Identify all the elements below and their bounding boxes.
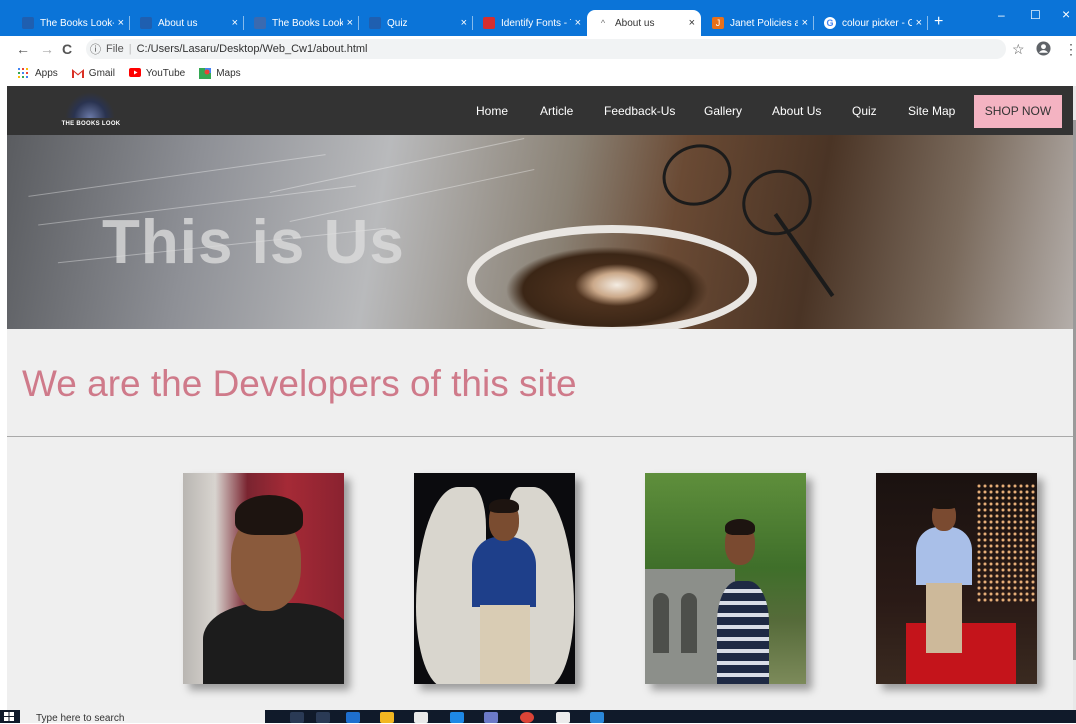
developer-photo-3 [645, 473, 806, 684]
hero-banner: This is Us [7, 135, 1073, 329]
notepad-icon[interactable] [556, 712, 570, 723]
file-explorer-icon[interactable] [380, 712, 394, 723]
web-page: THE BOOKS LOOK Home Article Feedback-Us … [7, 86, 1073, 710]
browser-toolbar: ← → C ⓘ File | C:/Users/Lasaru/Desktop/W… [0, 36, 1076, 62]
developer-photo-4 [876, 473, 1037, 684]
browser-tab-strip: The Books Look-H × About us × The Books … [0, 0, 1076, 36]
browser-tab[interactable]: Identify Fonts - Th × [473, 10, 587, 36]
google-favicon-icon: G [824, 17, 836, 29]
tab-close-icon[interactable]: × [461, 17, 467, 29]
bookmarks-bar: Apps Gmail YouTube Maps [0, 62, 1076, 84]
nav-link-quiz[interactable]: Quiz [852, 104, 877, 118]
gmail-icon [71, 68, 84, 78]
url-divider: | [128, 43, 132, 55]
youtube-icon [128, 68, 141, 78]
tab-close-icon[interactable]: × [689, 17, 695, 29]
address-bar[interactable]: ⓘ File | C:/Users/Lasaru/Desktop/Web_Cw1… [86, 39, 1006, 59]
browser-tab[interactable]: J Janet Policies and × [702, 10, 814, 36]
hero-title: This is Us [102, 208, 405, 277]
developer-photo-2 [414, 473, 575, 684]
windows-start-icon[interactable] [4, 712, 14, 724]
mail-icon[interactable] [450, 712, 464, 723]
site-favicon-icon [369, 17, 381, 29]
chrome-icon[interactable] [520, 712, 534, 723]
tab-close-icon[interactable]: × [916, 17, 922, 29]
shop-now-button[interactable]: SHOP NOW [974, 95, 1062, 128]
nav-link-gallery[interactable]: Gallery [704, 104, 742, 118]
browser-tab[interactable]: G colour picker - Go × [814, 10, 928, 36]
books-look-logo[interactable]: THE BOOKS LOOK [51, 92, 131, 130]
browser-tab-active[interactable]: ^ About us × [587, 10, 701, 36]
url-text[interactable]: C:/Users/Lasaru/Desktop/Web_Cw1/about.ht… [137, 43, 368, 55]
tab-close-icon[interactable]: × [118, 17, 124, 29]
browser-tab[interactable]: The Books Look-H × [244, 10, 359, 36]
nav-link-feedback-us[interactable]: Feedback-Us [604, 104, 675, 118]
eyeglasses-image [653, 135, 741, 216]
site-favicon-icon: ^ [597, 17, 609, 29]
vscode-icon[interactable] [590, 712, 604, 723]
nav-link-article[interactable]: Article [540, 104, 573, 118]
apps-grid-icon [18, 68, 30, 78]
bookmark-star-icon[interactable]: ☆ [1012, 41, 1025, 57]
bookmark-gmail[interactable]: Gmail [71, 68, 115, 79]
back-arrow-icon[interactable]: ← [16, 40, 30, 58]
tab-close-icon[interactable]: × [575, 17, 581, 29]
task-view-icon[interactable] [316, 712, 330, 723]
browser-tab[interactable]: Quiz × [359, 10, 473, 36]
maximize-icon[interactable]: ☐ [1030, 8, 1041, 22]
forward-arrow-icon[interactable]: → [40, 40, 54, 58]
developer-photo-1 [183, 473, 344, 684]
search-icon[interactable] [290, 712, 304, 723]
maps-icon [199, 68, 212, 79]
font-identifier-favicon-icon [483, 17, 495, 29]
taskbar-search-input[interactable]: Type here to search [20, 710, 265, 723]
nav-link-site-map[interactable]: Site Map [908, 104, 955, 118]
bookmark-maps[interactable]: Maps [199, 68, 241, 79]
nav-link-about-us[interactable]: About Us [772, 104, 821, 118]
bookmark-youtube[interactable]: YouTube [128, 68, 185, 79]
reload-icon[interactable]: C [62, 40, 72, 58]
close-window-icon[interactable]: × [1062, 6, 1070, 22]
tab-close-icon[interactable]: × [802, 17, 808, 29]
tab-close-icon[interactable]: × [232, 17, 238, 29]
account-icon[interactable] [1036, 41, 1051, 59]
janet-favicon-icon: J [712, 17, 724, 29]
coffee-cup-image [467, 225, 757, 329]
nav-link-home[interactable]: Home [476, 104, 508, 118]
tab-close-icon[interactable]: × [347, 17, 353, 29]
edge-icon[interactable] [346, 712, 360, 723]
windows-taskbar: Type here to search [0, 710, 1076, 723]
browser-tab[interactable]: The Books Look-H × [12, 10, 130, 36]
menu-kebab-icon[interactable]: ⋮ [1064, 41, 1076, 57]
logo-burst-icon [65, 92, 115, 118]
site-info-icon[interactable]: ⓘ [90, 41, 101, 57]
section-divider [7, 436, 1073, 437]
bookmark-apps[interactable]: Apps [18, 68, 58, 79]
browser-tab[interactable]: About us × [130, 10, 244, 36]
url-scheme: File [106, 43, 124, 55]
minimize-icon[interactable]: – [998, 8, 1005, 22]
app-icon[interactable] [484, 712, 498, 723]
site-navbar: THE BOOKS LOOK Home Article Feedback-Us … [7, 86, 1073, 135]
new-tab-button[interactable]: + [934, 14, 943, 30]
section-title: We are the Developers of this site [22, 363, 577, 404]
site-favicon-icon [22, 17, 34, 29]
store-icon[interactable] [414, 712, 428, 723]
site-favicon-icon [140, 17, 152, 29]
site-favicon-icon [254, 17, 266, 29]
